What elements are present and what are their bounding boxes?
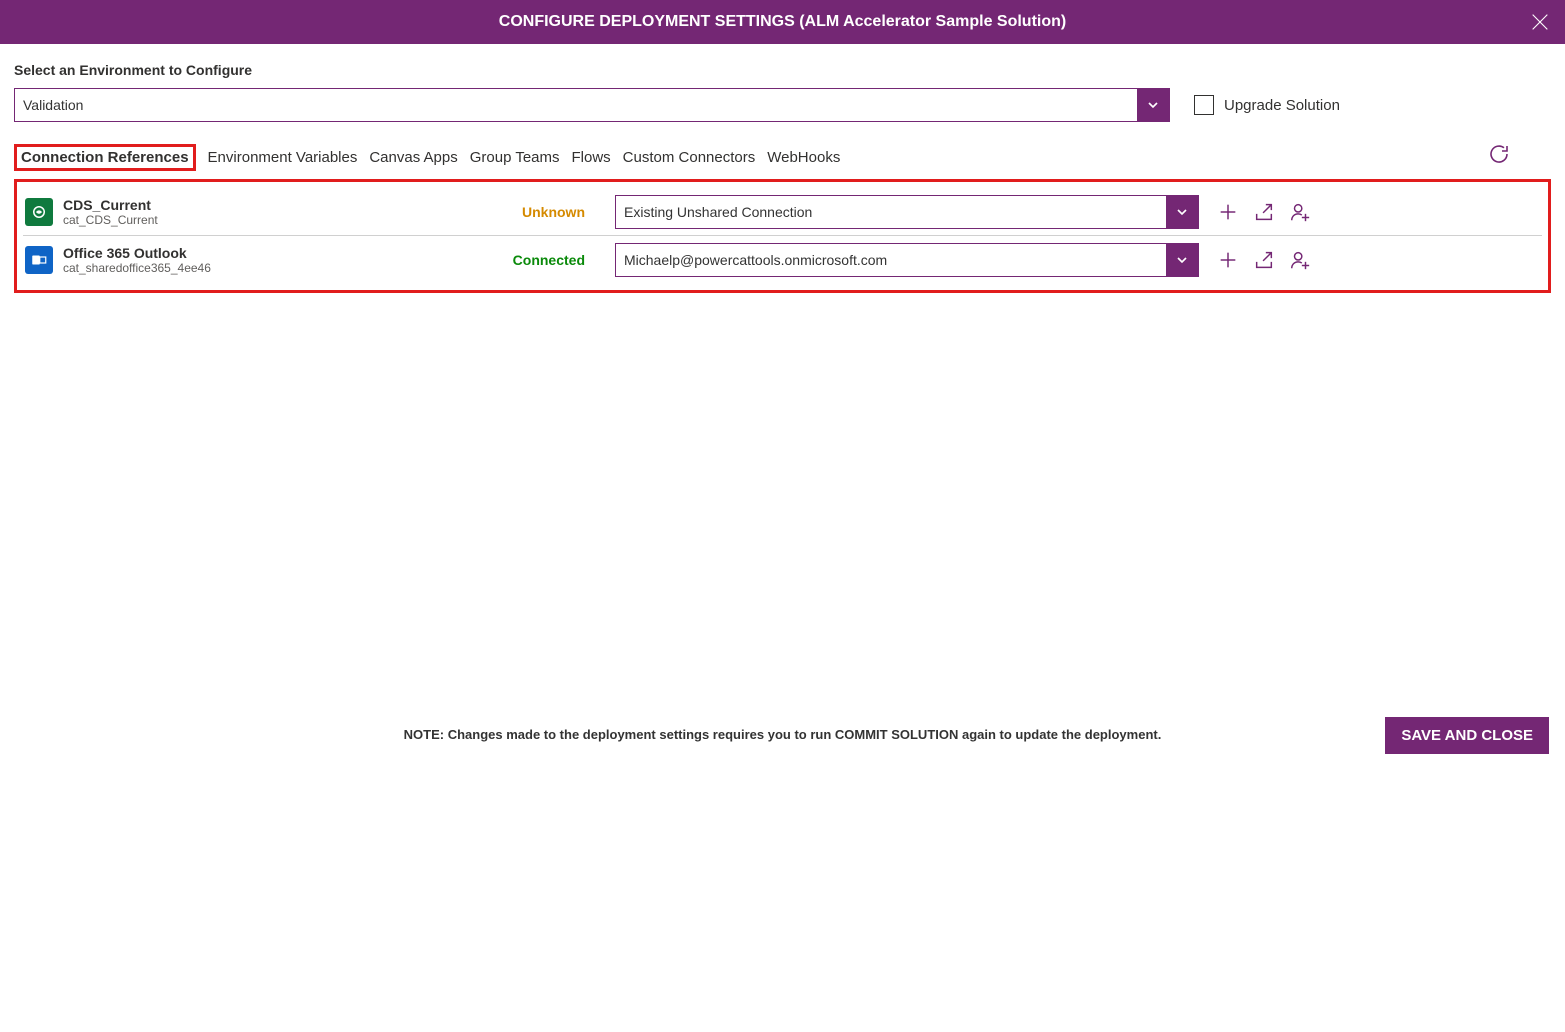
outlook-icon: O	[25, 246, 53, 274]
close-icon[interactable]	[1529, 11, 1551, 33]
open-external-icon[interactable]	[1253, 249, 1275, 271]
connection-logical-name: cat_sharedoffice365_4ee46	[63, 261, 493, 275]
refresh-icon[interactable]	[1487, 142, 1511, 166]
environment-select[interactable]: Validation	[14, 88, 1170, 122]
tab-environment-variables[interactable]: Environment Variables	[208, 149, 358, 166]
dialog-title: CONFIGURE DEPLOYMENT SETTINGS (ALM Accel…	[499, 13, 1066, 31]
tab-group-teams[interactable]: Group Teams	[470, 149, 560, 166]
table-row: CDS_Current cat_CDS_Current Unknown Exis…	[23, 188, 1542, 236]
environment-select-value: Validation	[15, 97, 83, 113]
tab-connection-references[interactable]: Connection References	[14, 144, 196, 171]
open-external-icon[interactable]	[1253, 201, 1275, 223]
tabs: Connection References Environment Variab…	[14, 144, 1551, 171]
environment-label: Select an Environment to Configure	[14, 62, 1551, 78]
connection-name: CDS_Current	[63, 197, 493, 213]
save-and-close-button[interactable]: SAVE AND CLOSE	[1385, 717, 1549, 754]
chevron-down-icon	[1166, 244, 1198, 276]
chevron-down-icon	[1166, 196, 1198, 228]
add-user-icon[interactable]	[1289, 201, 1311, 223]
footer-note: NOTE: Changes made to the deployment set…	[0, 727, 1565, 742]
connection-dropdown-value: Existing Unshared Connection	[616, 204, 812, 220]
svg-text:O: O	[33, 257, 38, 264]
table-row: O Office 365 Outlook cat_sharedoffice365…	[23, 236, 1542, 284]
connection-logical-name: cat_CDS_Current	[63, 213, 493, 227]
dialog-header: CONFIGURE DEPLOYMENT SETTINGS (ALM Accel…	[0, 0, 1565, 44]
connection-status: Connected	[493, 252, 615, 268]
add-connection-icon[interactable]	[1217, 201, 1239, 223]
connection-dropdown[interactable]: Existing Unshared Connection	[615, 195, 1199, 229]
connection-dropdown[interactable]: Michaelp@powercattools.onmicrosoft.com	[615, 243, 1199, 277]
connection-name: Office 365 Outlook	[63, 245, 493, 261]
connection-dropdown-value: Michaelp@powercattools.onmicrosoft.com	[616, 252, 887, 268]
upgrade-solution-label: Upgrade Solution	[1224, 97, 1340, 114]
tab-flows[interactable]: Flows	[572, 149, 611, 166]
tab-canvas-apps[interactable]: Canvas Apps	[369, 149, 457, 166]
connection-references-table: CDS_Current cat_CDS_Current Unknown Exis…	[14, 179, 1551, 293]
dataverse-icon	[25, 198, 53, 226]
tab-custom-connectors[interactable]: Custom Connectors	[623, 149, 756, 166]
tab-webhooks[interactable]: WebHooks	[767, 149, 840, 166]
connection-status: Unknown	[493, 204, 615, 220]
add-connection-icon[interactable]	[1217, 249, 1239, 271]
upgrade-solution-checkbox[interactable]	[1194, 95, 1214, 115]
chevron-down-icon	[1137, 89, 1169, 121]
add-user-icon[interactable]	[1289, 249, 1311, 271]
